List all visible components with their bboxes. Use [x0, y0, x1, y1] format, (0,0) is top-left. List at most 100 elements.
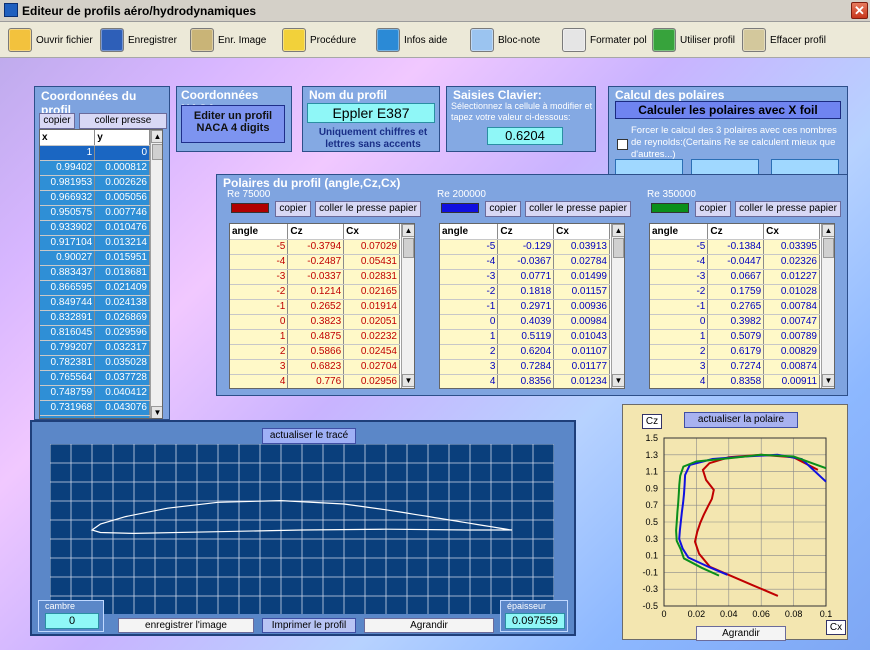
polar-cell[interactable]: 0.1759	[707, 284, 765, 300]
polar-cell[interactable]: 0.02454	[343, 344, 400, 360]
close-button[interactable]: ✕	[851, 2, 868, 19]
polar-cell[interactable]: 0.01177	[553, 359, 610, 375]
coordinate-cell[interactable]: 0	[94, 145, 150, 161]
coordinate-cell[interactable]: 0.007746	[94, 205, 150, 221]
polar-cell[interactable]: 0.00984	[553, 314, 610, 330]
coordinate-cell[interactable]: 0.000812	[94, 160, 150, 176]
scroll-down-icon[interactable]: ▼	[822, 374, 834, 387]
polar-cell[interactable]: 0.6204	[497, 344, 555, 360]
thickness-value[interactable]: 0.097559	[505, 613, 565, 629]
coordinate-cell[interactable]: 1	[40, 145, 96, 161]
coordinate-cell[interactable]: 0.715197	[40, 415, 96, 418]
polar-cell[interactable]: 0.4875	[287, 329, 345, 345]
coordinate-cell[interactable]: 0.866595	[40, 280, 96, 296]
polar-cell[interactable]: 0.4039	[497, 314, 555, 330]
scroll-up-icon[interactable]: ▲	[402, 224, 414, 237]
table-row[interactable]: 0.933902 0.010476	[40, 220, 150, 236]
polar-cell[interactable]: 4	[440, 374, 499, 388]
polar-cell[interactable]: 2	[650, 344, 709, 360]
polar-scrollbar[interactable]: ▲ ▼	[611, 224, 624, 388]
polar-cell[interactable]: -5	[230, 239, 289, 255]
polar-cell[interactable]: 1	[650, 329, 709, 345]
polar-cell[interactable]: -0.3794	[287, 239, 345, 255]
table-row[interactable]: 3 0.6823 0.02704	[230, 359, 400, 375]
scroll-up-icon[interactable]: ▲	[612, 224, 624, 237]
polar-cell[interactable]: 0.1818	[497, 284, 555, 300]
profile-name-input[interactable]: Eppler E387	[307, 103, 435, 123]
polar-cell[interactable]: 0.3982	[707, 314, 765, 330]
paste-polar-button[interactable]: coller le presse papier	[525, 201, 631, 217]
polar-cell[interactable]: 0.02326	[763, 254, 820, 270]
naca-button[interactable]: Editer un profil NACA 4 digits	[181, 105, 285, 143]
polar-grid[interactable]: angle Cz Cx -5 -0.129 0.03913 -4 -0.0367 0.02784…	[439, 223, 625, 389]
table-row[interactable]: -5 -0.3794 0.07029	[230, 239, 400, 255]
table-row[interactable]: 0.917104 0.013214	[40, 235, 150, 251]
coordinate-cell[interactable]: 0.981953	[40, 175, 96, 191]
table-row[interactable]: 0.966932 0.005056	[40, 190, 150, 206]
polar-cell[interactable]: 0	[440, 314, 499, 330]
polar-cell[interactable]: -4	[650, 254, 709, 270]
polar-cell[interactable]: -4	[440, 254, 499, 270]
polar-cell[interactable]: 0.02784	[553, 254, 610, 270]
polar-cell[interactable]: -4	[230, 254, 289, 270]
polar-cell[interactable]: 0.07029	[343, 239, 400, 255]
table-row[interactable]: -5 -0.129 0.03913	[440, 239, 610, 255]
coordinate-cell[interactable]: 0.917104	[40, 235, 96, 251]
scroll-thumb[interactable]	[403, 238, 414, 258]
polar-cell[interactable]: -0.2487	[287, 254, 345, 270]
table-row[interactable]: 10	[40, 145, 150, 161]
table-row[interactable]: 0.765564 0.037728	[40, 370, 150, 386]
coordinate-cell[interactable]: 0.832891	[40, 310, 96, 326]
polar-cell[interactable]: -0.0367	[497, 254, 555, 270]
coordinate-cell[interactable]: 0.015951	[94, 250, 150, 266]
polar-cell[interactable]: 0.2652	[287, 299, 345, 315]
polar-cell[interactable]: 0.00789	[763, 329, 820, 345]
scroll-up-icon[interactable]: ▲	[822, 224, 834, 237]
table-row[interactable]: 2 0.6179 0.00829	[650, 344, 820, 360]
coordinates-scrollbar[interactable]: ▲ ▼	[150, 130, 162, 418]
scroll-thumb[interactable]	[152, 144, 162, 160]
table-row[interactable]: -3 0.0667 0.01227	[650, 269, 820, 285]
polar-cell[interactable]: 0.7274	[707, 359, 765, 375]
polar-table[interactable]: angle Cz Cx -5 -0.3794 0.07029 -4 -0.2487 0.0543…	[230, 224, 400, 388]
polar-cell[interactable]: 0.3823	[287, 314, 345, 330]
polar-cell[interactable]: 0.6823	[287, 359, 345, 375]
coordinate-cell[interactable]: 0.032317	[94, 340, 150, 356]
table-row[interactable]: 3 0.7284 0.01177	[440, 359, 610, 375]
scroll-thumb[interactable]	[823, 238, 834, 258]
table-row[interactable]: 0.981953 0.002626	[40, 175, 150, 191]
xfoil-button[interactable]: Calculer les polaires avec X foil	[615, 101, 841, 119]
toolbar-button[interactable]: Effacer profil	[742, 27, 826, 53]
polar-cell[interactable]: -1	[230, 299, 289, 315]
coordinate-cell[interactable]: 0.029596	[94, 325, 150, 341]
keyboard-value-input[interactable]: 0.6204	[487, 127, 563, 145]
toolbar-button[interactable]: Formater pol	[562, 27, 647, 53]
polar-cell[interactable]: 0.02232	[343, 329, 400, 345]
polar-grid[interactable]: angle Cz Cx -5 -0.1384 0.03395 -4 -0.0447 0.0232…	[649, 223, 835, 389]
polar-cell[interactable]: 0.03913	[553, 239, 610, 255]
table-row[interactable]: -4 -0.2487 0.05431	[230, 254, 400, 270]
polar-cell[interactable]: 0.00747	[763, 314, 820, 330]
scroll-down-icon[interactable]: ▼	[612, 374, 624, 387]
table-row[interactable]: 0 0.4039 0.00984	[440, 314, 610, 330]
polar-cell[interactable]: 0.05431	[343, 254, 400, 270]
polar-cell[interactable]: 0.03395	[763, 239, 820, 255]
polar-cell[interactable]: 0.5119	[497, 329, 555, 345]
coordinate-cell[interactable]: 0.035028	[94, 355, 150, 371]
coordinate-cell[interactable]: 0.005056	[94, 190, 150, 206]
coordinate-cell[interactable]: 0.748759	[40, 385, 96, 401]
polar-cell[interactable]: -0.1384	[707, 239, 765, 255]
table-row[interactable]: 4 0.8358 0.00911	[650, 374, 820, 388]
polar-cell[interactable]: -3	[650, 269, 709, 285]
polar-cell[interactable]: -1	[650, 299, 709, 315]
table-row[interactable]: -4 -0.0367 0.02784	[440, 254, 610, 270]
reynolds-input-3[interactable]	[771, 159, 839, 175]
polar-scrollbar[interactable]: ▲ ▼	[821, 224, 834, 388]
update-polar-button[interactable]: actualiser la polaire	[684, 412, 798, 428]
table-row[interactable]: 0.748759 0.040412	[40, 385, 150, 401]
toolbar-button[interactable]: Enregistrer	[100, 27, 177, 53]
toolbar-button[interactable]: Procédure	[282, 27, 356, 53]
coordinate-cell[interactable]: 0.816045	[40, 325, 96, 341]
coordinate-cell[interactable]: 0.782381	[40, 355, 96, 371]
polar-cell[interactable]: 0.0771	[497, 269, 555, 285]
